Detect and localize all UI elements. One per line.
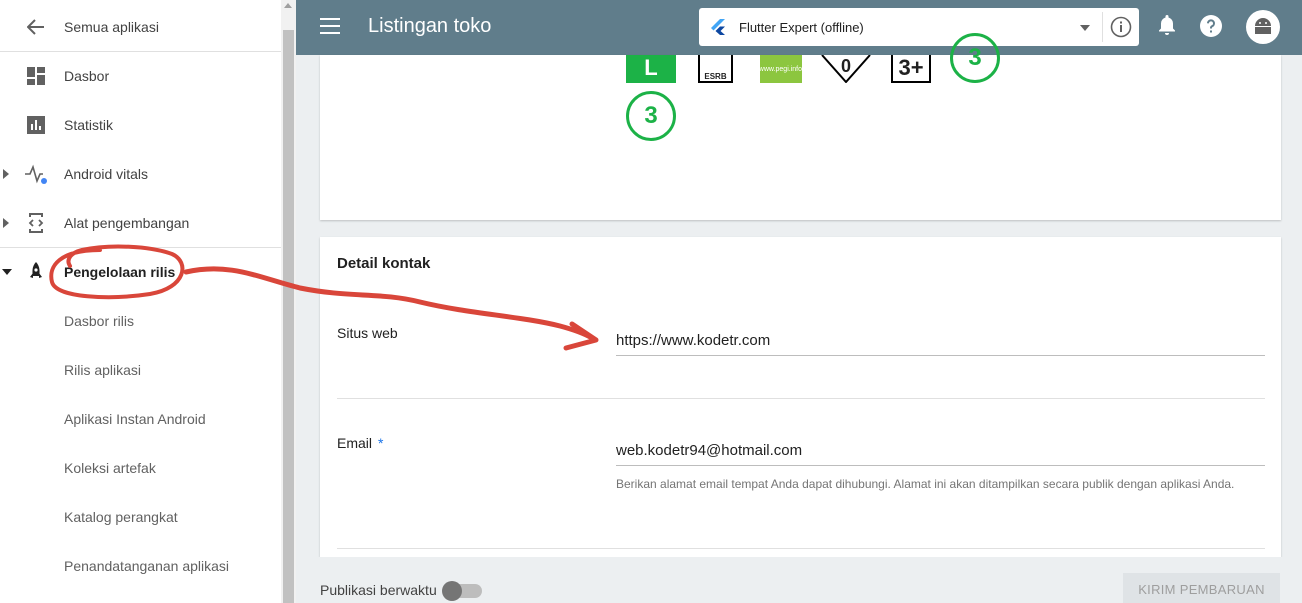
subitem-label: Dasbor rilis [64,312,135,329]
subitem-label: Katalog perangkat [64,508,178,525]
sidebar-subitem-release-dashboard[interactable]: Dasbor rilis [0,296,281,345]
rating-badge-esrb: ESRB [698,55,733,83]
back-to-all-apps[interactable]: Semua aplikasi [0,2,281,51]
sidebar-subitem-device-catalog[interactable]: Katalog perangkat [0,492,281,541]
contact-details-card: Detail kontak Situs web https://www.kode… [320,237,1281,557]
page-title: Listingan toko [368,15,492,37]
menu-icon[interactable] [320,18,340,34]
content-rating-card: L ESRB www.pegi.info 0 3+ 3 3 [320,33,1281,220]
collapse-caret-icon[interactable] [2,268,12,275]
sidebar-subitem-app-signing[interactable]: Penandatanganan aplikasi [0,541,281,590]
timed-publish-toggle[interactable] [442,581,482,601]
sidebar-item-statistics[interactable]: Statistik [0,100,281,149]
bar-chart-icon [24,113,48,137]
back-label: Semua aplikasi [64,18,159,35]
pegi-url: www.pegi.info [758,65,802,73]
timed-publish-label: Publikasi berwaktu [320,582,437,598]
sidebar-item-dashboard[interactable]: Dasbor [0,51,281,100]
scroll-up-arrow-icon[interactable] [284,3,292,8]
sidebar-item-label: Android vitals [64,165,149,182]
email-hint: Berikan alamat email tempat Anda dapat d… [616,477,1235,491]
rocket-icon [24,260,48,284]
sidebar-item-release-management[interactable]: Pengelolaan rilis [0,247,281,296]
vitals-icon [24,162,48,186]
sidebar-item-label: Pengelolaan rilis [64,263,176,280]
sidebar-subitem-instant-apps[interactable]: Aplikasi Instan Android [0,394,281,443]
sidebar-item-label: Alat pengembangan [64,214,190,231]
scrollbar-thumb[interactable] [283,30,294,603]
required-asterisk: * [378,435,384,451]
android-head-icon [1253,16,1273,39]
sidebar-scrollbar[interactable] [281,0,296,603]
help-icon[interactable] [1200,15,1222,42]
divider [337,548,1265,549]
rating-badge-circle: 3 [626,91,676,141]
website-field[interactable]: https://www.kodetr.com [616,326,1265,356]
subitem-label: Koleksi artefak [64,459,156,476]
sidebar-subitem-artifact-library[interactable]: Koleksi artefak [0,443,281,492]
sidebar-subitem-app-releases[interactable]: Rilis aplikasi [0,345,281,394]
app-name: Flutter Expert (offline) [739,20,864,35]
subitem-label: Penandatanganan aplikasi [64,557,230,574]
arrow-back-icon [24,15,48,39]
rating-badge-pegi: www.pegi.info [758,55,802,83]
send-update-button[interactable]: KIRIM PEMBARUAN [1123,573,1280,603]
email-field[interactable]: web.kodetr94@hotmail.com [616,436,1265,466]
section-title: Detail kontak [337,255,431,272]
dashboard-icon [24,64,48,88]
info-icon[interactable] [1110,16,1132,43]
subitem-label: Rilis aplikasi [64,361,142,378]
sidebar-item-android-vitals[interactable]: Android vitals [0,149,281,198]
rating-badge-circle: 3 [950,33,1000,83]
dev-tools-icon [24,211,48,235]
website-label: Situs web [337,325,398,341]
rating-badge-3plus: 3+ [891,55,931,83]
sidebar-item-dev-tools[interactable]: Alat pengembangan [0,198,281,247]
sidebar: Semua aplikasi Dasbor Statistik Android … [0,0,281,603]
divider [337,398,1265,399]
bottom-action-bar: Publikasi berwaktu KIRIM PEMBARUAN [296,557,1302,603]
subitem-label: Aplikasi Instan Android [64,410,206,427]
email-label: Email * [337,435,383,451]
divider [1102,12,1103,42]
flutter-logo-icon [711,19,725,40]
rating-badge-usk: 0 [821,55,871,83]
top-app-bar: Listingan toko Flutter Expert (offline) [296,0,1302,55]
usk-value: 0 [840,55,851,76]
sidebar-item-label: Statistik [64,116,114,133]
app-selector[interactable]: Flutter Expert (offline) [699,8,1139,46]
toggle-knob [442,581,462,601]
dropdown-arrow-icon[interactable] [1080,25,1090,31]
email-label-text: Email [337,435,373,451]
expand-caret-icon[interactable] [3,168,9,179]
avatar[interactable] [1246,10,1280,44]
expand-caret-icon[interactable] [3,217,9,228]
sidebar-item-label: Dasbor [64,67,110,84]
rating-badge-l: L [626,55,676,83]
notification-bell-icon[interactable] [1158,15,1176,42]
